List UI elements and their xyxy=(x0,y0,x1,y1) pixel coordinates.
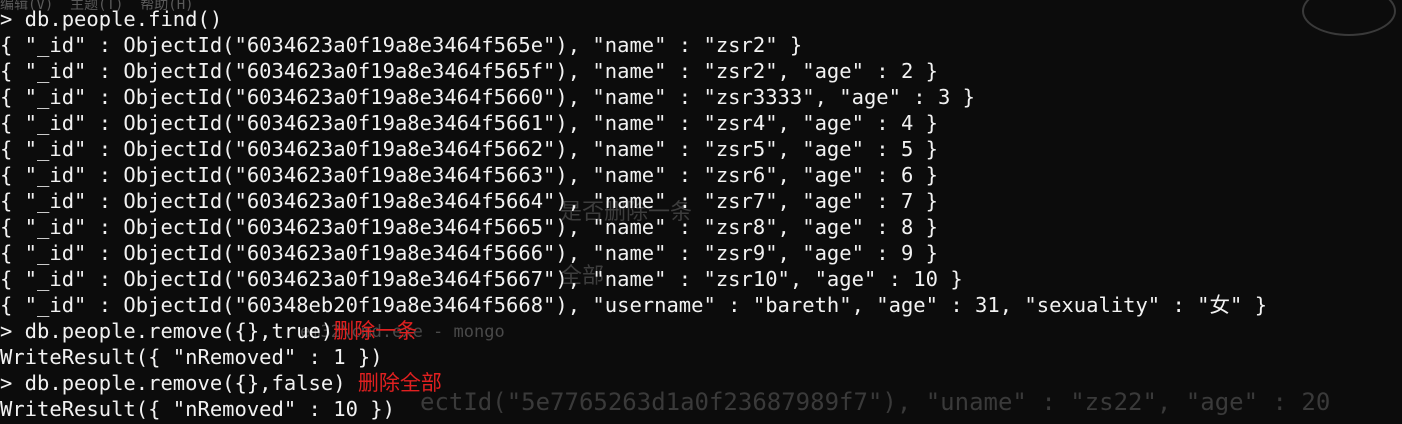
write-result-line: WriteResult({ "nRemoved" : 10 }) xyxy=(0,397,395,421)
command-text: > db.people.remove({},true) xyxy=(0,319,334,343)
terminal-output: > db.people.find() { "_id" : ObjectId("6… xyxy=(0,6,1267,422)
write-result-line: WriteResult({ "nRemoved" : 1 }) xyxy=(0,345,383,369)
result-line: { "_id" : ObjectId("6034623a0f19a8e3464f… xyxy=(0,215,938,239)
result-line: { "_id" : ObjectId("6034623a0f19a8e3464f… xyxy=(0,189,938,213)
result-line: { "_id" : ObjectId("6034623a0f19a8e3464f… xyxy=(0,163,938,187)
annotation-remove-one: 删除一条 xyxy=(333,319,418,343)
command-line: > db.people.find() xyxy=(0,7,223,31)
result-line: { "_id" : ObjectId("6034623a0f19a8e3464f… xyxy=(0,111,938,135)
command-line-remove-one: > db.people.remove({},true)删除一条 xyxy=(0,318,1267,344)
result-line: { "_id" : ObjectId("6034623a0f19a8e3464f… xyxy=(0,85,976,109)
command-text: > db.people.remove({},false) xyxy=(0,371,358,395)
result-line: { "_id" : ObjectId("6034623a0f19a8e3464f… xyxy=(0,241,938,265)
terminal-window[interactable]: 编辑(V) 主题(T) 帮助(H) 是否删除一条 全部 em32\cmd.exe… xyxy=(0,0,1402,424)
background-logo-icon xyxy=(1302,0,1396,36)
result-line: { "_id" : ObjectId("60348eb20f19a8e3464f… xyxy=(0,293,1268,317)
result-line: { "_id" : ObjectId("6034623a0f19a8e3464f… xyxy=(0,137,938,161)
result-line: { "_id" : ObjectId("6034623a0f19a8e3464f… xyxy=(0,267,963,291)
result-line: { "_id" : ObjectId("6034623a0f19a8e3464f… xyxy=(0,33,803,57)
annotation-remove-all: 删除全部 xyxy=(357,371,442,395)
result-line: { "_id" : ObjectId("6034623a0f19a8e3464f… xyxy=(0,59,938,83)
command-line-remove-all: > db.people.remove({},false) 删除全部 xyxy=(0,370,1267,396)
